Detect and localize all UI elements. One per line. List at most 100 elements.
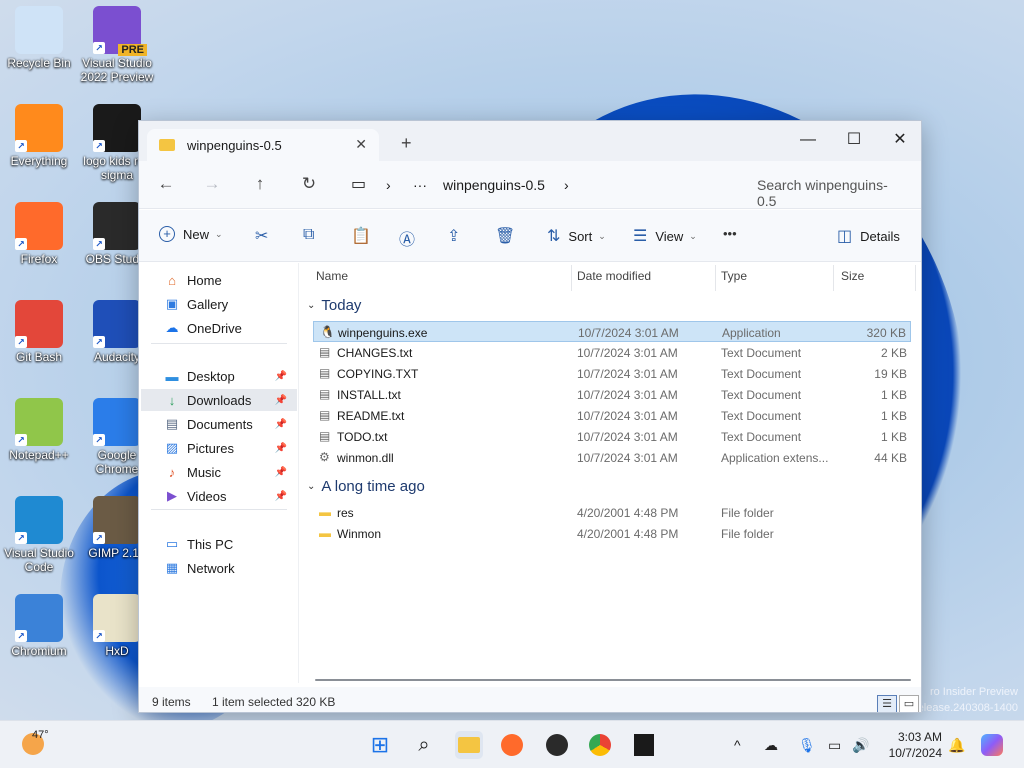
capcut-icon[interactable] — [630, 731, 658, 759]
microphone-icon[interactable]: 🎙 — [798, 737, 816, 754]
new-tab-button[interactable]: + — [401, 133, 412, 154]
desktop-shortcut[interactable]: ↗ Chromium — [0, 594, 78, 658]
column-header-date[interactable]: Date modified — [577, 269, 651, 293]
notification-bell-icon[interactable]: 🔔 — [948, 737, 965, 754]
sidebar-item-desktop[interactable]: ▬ Desktop 📌 — [141, 365, 297, 387]
command-bar: + New ⌄ ✂ ⧉ 📋 Ⓐ ⇪ 🗑 ⇅ Sort ⌄ ☰ View ⌄ ••… — [139, 210, 921, 262]
sidebar-item-home[interactable]: ⌂ Home — [141, 269, 297, 291]
sidebar-item-pictures[interactable]: ▨ Pictures 📌 — [141, 437, 297, 459]
network-disconnected-icon[interactable]: ☁ — [764, 737, 778, 754]
chevron-down-icon: ⌄ — [598, 230, 606, 241]
column-divider[interactable] — [571, 265, 572, 291]
copilot-preview-icon[interactable] — [978, 731, 1006, 759]
file-size: 1 KB — [880, 430, 907, 444]
file-row[interactable]: ▤ README.txt 10/7/2024 3:01 AM Text Documen… — [313, 405, 911, 426]
up-arrow-icon[interactable]: ↑ — [247, 174, 273, 194]
breadcrumb-current[interactable]: winpenguins-0.5 — [443, 177, 545, 193]
more-options-icon[interactable]: ••• — [723, 226, 737, 241]
column-divider[interactable] — [915, 265, 916, 291]
desktop-shortcut[interactable]: ↗ Notepad++ — [0, 398, 78, 462]
file-row[interactable]: ▤ CHANGES.txt 10/7/2024 3:01 AM Text Docume… — [313, 342, 911, 363]
sort-button[interactable]: ⇅ Sort ⌄ — [547, 226, 606, 246]
refresh-icon[interactable]: ↻ — [296, 174, 322, 194]
close-button[interactable]: ✕ — [877, 125, 921, 155]
start-windows-icon[interactable]: ⊞ — [366, 731, 394, 759]
tiles-view-icon[interactable]: ▭ — [899, 695, 919, 712]
status-selection: 1 item selected — [212, 695, 293, 709]
sidebar-item-network[interactable]: ▦ Network — [141, 557, 297, 579]
column-header-type[interactable]: Type — [721, 269, 747, 293]
tab-winpenguins[interactable]: winpenguins-0.5 ✕ — [147, 129, 379, 161]
breadcrumb-separator[interactable]: › — [386, 177, 391, 193]
search-icon[interactable]: ⌕ — [410, 731, 438, 759]
desktop-shortcut[interactable]: ↗ Visual Studio Code — [0, 496, 78, 574]
folder-icon: ▬ — [319, 526, 331, 540]
sidebar-item-this-pc[interactable]: ▭ This PC — [141, 533, 297, 555]
sidebar-item-onedrive[interactable]: ☁ OneDrive — [141, 317, 297, 339]
details-label: Details — [860, 228, 900, 244]
sidebar-item-gallery[interactable]: ▣ Gallery — [141, 293, 297, 315]
home-icon: ⌂ — [168, 272, 176, 288]
new-button[interactable]: + New ⌄ — [159, 226, 223, 242]
desktop-shortcut[interactable]: Recycle Bin — [0, 6, 78, 70]
minimize-button[interactable]: — — [785, 125, 831, 155]
file-row[interactable]: ▤ COPYING.TXT 10/7/2024 3:01 AM Text Docume… — [313, 363, 911, 384]
shortcut-arrow-icon: ↗ — [15, 532, 27, 544]
cut-icon[interactable]: ✂ — [255, 226, 268, 246]
column-divider[interactable] — [833, 265, 834, 291]
file-row[interactable]: ⚙ winmon.dll 10/7/2024 3:01 AM Application … — [313, 447, 911, 468]
file-row[interactable]: ▤ INSTALL.txt 10/7/2024 3:01 AM Text Docume… — [313, 384, 911, 405]
group-header[interactable]: ⌄ A long time ago — [307, 478, 425, 495]
column-header-name[interactable]: Name — [316, 269, 348, 293]
paste-icon[interactable]: 📋 — [351, 226, 371, 246]
file-row[interactable]: ▬ Winmon 4/20/2001 4:48 PM File folder — [313, 523, 911, 544]
horizontal-scrollbar[interactable] — [315, 679, 911, 681]
weather-widget[interactable]: 47° — [22, 729, 49, 755]
obs-studio-icon[interactable] — [543, 731, 571, 759]
desktop-shortcut[interactable]: ↗ Firefox — [0, 202, 78, 266]
breadcrumb-overflow[interactable]: ··· — [413, 177, 427, 193]
column-header-size[interactable]: Size — [841, 269, 864, 293]
maximize-button[interactable]: ☐ — [831, 125, 877, 155]
sidebar-item-music[interactable]: ♪ Music 📌 — [141, 461, 297, 483]
sidebar-item-videos[interactable]: ▶ Videos 📌 — [141, 485, 297, 507]
shortcut-arrow-icon: ↗ — [93, 140, 105, 152]
rename-icon[interactable]: Ⓐ — [399, 226, 415, 250]
desktop-shortcut[interactable]: ↗ Everything — [0, 104, 78, 168]
shortcut-arrow-icon: ↗ — [15, 336, 27, 348]
sidebar-item-label: This PC — [187, 536, 234, 552]
view-button[interactable]: ☰ View ⌄ — [633, 226, 697, 246]
search-input[interactable]: Search winpenguins-0.5 — [747, 167, 917, 209]
column-divider[interactable] — [715, 265, 716, 291]
delete-icon[interactable]: 🗑 — [495, 226, 515, 246]
firefox-icon[interactable] — [498, 731, 526, 759]
sidebar-item-downloads[interactable]: ↓ Downloads 📌 — [141, 389, 297, 411]
breadcrumb-chevron[interactable]: › — [564, 177, 569, 193]
file-explorer-icon[interactable] — [455, 731, 483, 759]
group-header[interactable]: ⌄ Today — [307, 297, 361, 314]
forward-arrow-icon[interactable]: → — [199, 174, 225, 194]
tab-title: winpenguins-0.5 — [187, 137, 282, 153]
desktop-shortcut[interactable]: ↗ Git Bash — [0, 300, 78, 364]
taskbar: 47° ⊞ ⌕ ^ ☁ 🎙 ▭ 🔊 3:03 AM 10/7/2024 🔔 — [0, 720, 1024, 768]
chrome-icon[interactable] — [586, 731, 614, 759]
sidebar-item-label: Downloads — [187, 392, 252, 408]
file-row[interactable]: 🐧 winpenguins.exe 10/7/2024 3:01 AM Applica… — [313, 321, 911, 342]
share-icon[interactable]: ⇪ — [447, 226, 460, 246]
file-row[interactable]: ▤ TODO.txt 10/7/2024 3:01 AM Text Document 1… — [313, 426, 911, 447]
visual-studio-preview-icon: PRE ↗ — [93, 6, 147, 56]
details-pane-button[interactable]: ◫ Details — [837, 226, 900, 246]
copy-icon[interactable]: ⧉ — [303, 226, 314, 244]
file-row[interactable]: ▬ res 4/20/2001 4:48 PM File folder — [313, 502, 911, 523]
sidebar-item-documents[interactable]: ▤ Documents 📌 — [141, 413, 297, 435]
desktop-shortcut[interactable]: PRE ↗ Visual Studio 2022 Preview — [78, 6, 156, 84]
monitor-icon[interactable]: ▭ — [351, 174, 366, 194]
tray-overflow-icon[interactable]: ^ — [734, 737, 741, 753]
volume-icon[interactable]: 🔊 — [852, 737, 869, 754]
clock[interactable]: 3:03 AM 10/7/2024 — [889, 729, 942, 761]
back-arrow-icon[interactable]: ← — [153, 174, 179, 194]
details-view-icon[interactable]: ☰ — [877, 695, 897, 712]
tab-close-icon[interactable]: ✕ — [355, 136, 367, 153]
chromium-icon: ↗ — [15, 594, 63, 642]
display-icon[interactable]: ▭ — [828, 737, 841, 754]
